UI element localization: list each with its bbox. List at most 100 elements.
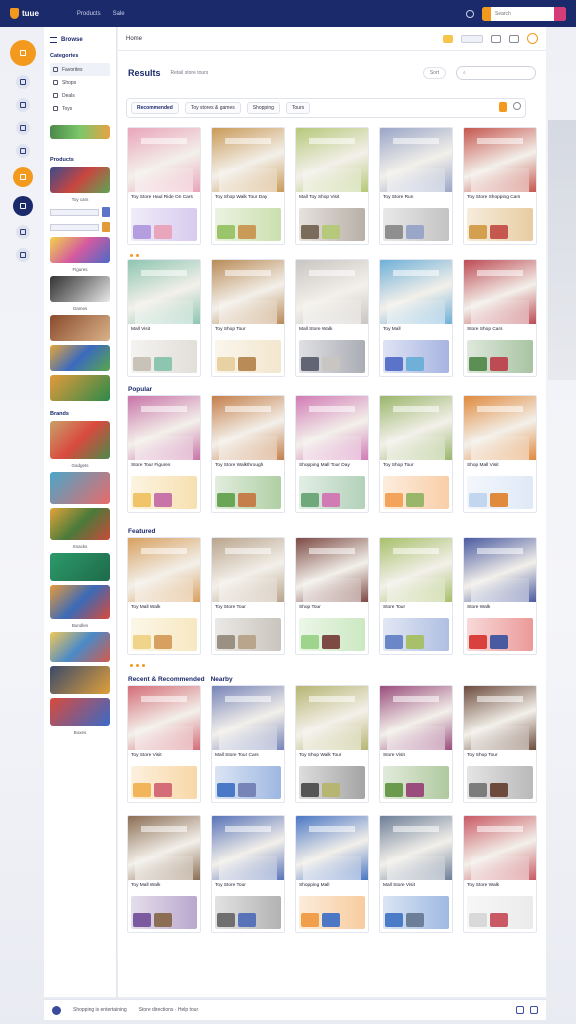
user-icon[interactable] — [466, 9, 474, 18]
store-photo-thumbnail[interactable] — [128, 538, 200, 602]
product-card[interactable]: Toy Shop Tour — [463, 685, 537, 803]
sidebar-brand-8[interactable] — [50, 698, 110, 726]
rail-button-4[interactable] — [16, 121, 30, 135]
top-search-input[interactable] — [491, 10, 551, 17]
sidebar-product-3[interactable] — [50, 276, 110, 302]
product-card[interactable]: Toy Store Visit — [127, 685, 201, 803]
product-card[interactable]: Mall Store Walk — [295, 259, 369, 377]
card-title[interactable]: Toy Shop Walk Tour — [296, 750, 368, 766]
sidebar-product-2[interactable] — [50, 237, 110, 263]
sidebar-product-5[interactable] — [50, 345, 110, 371]
sidebar-brand-7[interactable] — [50, 666, 110, 694]
store-photo-thumbnail[interactable] — [128, 396, 200, 460]
card-title[interactable]: Toy Store Tour — [212, 602, 284, 618]
store-photo-thumbnail[interactable] — [296, 538, 368, 602]
notification-icon[interactable] — [443, 34, 453, 43]
store-photo-thumbnail[interactable] — [464, 538, 536, 602]
card-title[interactable]: Shopping Mall Tour Day — [296, 460, 368, 476]
product-card[interactable]: Toy Shop Tour — [379, 395, 453, 513]
card-title[interactable]: Toy Shop Tour — [464, 750, 536, 766]
dot[interactable] — [136, 663, 139, 667]
card-title[interactable]: Mall Store Walk — [296, 324, 368, 340]
card-title[interactable]: Toy Store Walk — [464, 880, 536, 896]
store-photo-thumbnail[interactable] — [296, 128, 368, 192]
sidebar-brand-2[interactable] — [50, 472, 110, 504]
store-photo-thumbnail[interactable] — [380, 538, 452, 602]
card-title[interactable]: Store Tour — [380, 602, 452, 618]
product-card[interactable]: Mall Store Visit — [379, 815, 453, 933]
help-icon[interactable] — [530, 1006, 538, 1014]
store-photo-thumbnail[interactable] — [212, 396, 284, 460]
card-title[interactable]: Mall Store Tour Cars — [212, 750, 284, 766]
product-card[interactable]: Store Walk — [463, 537, 537, 655]
chat-icon[interactable] — [516, 1006, 524, 1014]
store-photo-thumbnail[interactable] — [212, 686, 284, 750]
sidebar-filter-2[interactable] — [50, 222, 110, 232]
product-card[interactable]: Toy Store Shopping Cars — [463, 127, 537, 245]
rail-button-9[interactable] — [16, 248, 30, 262]
view-toggle-button[interactable] — [461, 34, 483, 43]
product-card[interactable]: Mall Store Tour Cars — [211, 685, 285, 803]
store-photo-thumbnail[interactable] — [128, 128, 200, 192]
card-title[interactable]: Store Tour Figures — [128, 460, 200, 476]
card-title[interactable]: Toy Mall Walk — [128, 880, 200, 896]
product-card[interactable]: Shopping Mall — [295, 815, 369, 933]
dot[interactable] — [136, 253, 139, 257]
card-title[interactable]: Store Walk — [464, 602, 536, 618]
product-card[interactable]: Toy Shop Tour — [211, 259, 285, 377]
store-photo-thumbnail[interactable] — [128, 816, 200, 880]
product-card[interactable]: Store Visit — [379, 685, 453, 803]
sidebar-item-shops[interactable]: Shops — [50, 76, 110, 89]
card-title[interactable]: Toy Store Walkthrough — [212, 460, 284, 476]
product-card[interactable]: Store Shop Cars — [463, 259, 537, 377]
product-card[interactable]: Shop Mall Visit — [463, 395, 537, 513]
store-photo-thumbnail[interactable] — [128, 686, 200, 750]
product-card[interactable]: Mall Toy Shop Visit — [295, 127, 369, 245]
nav-products[interactable]: Products — [77, 11, 101, 17]
card-title[interactable]: Toy Mall Walk — [128, 602, 200, 618]
settings-icon[interactable] — [513, 102, 521, 110]
bookmark-icon[interactable] — [499, 102, 507, 112]
store-photo-thumbnail[interactable] — [212, 816, 284, 880]
store-photo-thumbnail[interactable] — [212, 128, 284, 192]
card-title[interactable]: Mall Store Visit — [380, 880, 452, 896]
store-photo-thumbnail[interactable] — [296, 260, 368, 324]
sort-button[interactable]: Sort — [422, 67, 446, 79]
product-card[interactable]: Toy Store Walk — [463, 815, 537, 933]
product-card[interactable]: Store Tour — [379, 537, 453, 655]
store-photo-thumbnail[interactable] — [464, 396, 536, 460]
footer-right-text[interactable]: Store directions · Help tour — [139, 1007, 198, 1013]
results-search-input[interactable]: ⌕ — [456, 66, 536, 80]
card-title[interactable]: Toy Shop Tour — [380, 460, 452, 476]
rail-button-2[interactable] — [16, 75, 30, 89]
sidebar-filter-1[interactable] — [50, 207, 110, 217]
card-title[interactable]: Toy Store Tour — [212, 880, 284, 896]
sidebar-brand-5[interactable] — [50, 585, 110, 619]
filter-chip-tours[interactable]: Tours — [285, 102, 311, 114]
card-title[interactable]: Toy Store Shopping Cars — [464, 192, 536, 208]
filter-chip-recommended[interactable]: Recommended — [131, 102, 179, 114]
nav-sale[interactable]: Sale — [113, 11, 125, 17]
card-title[interactable]: Toy Store Visit — [128, 750, 200, 766]
card-title[interactable]: Store Visit — [380, 750, 452, 766]
product-card[interactable]: Toy Mall Walk — [127, 815, 201, 933]
card-title[interactable]: Store Shop Cars — [464, 324, 536, 340]
store-photo-thumbnail[interactable] — [464, 128, 536, 192]
card-title[interactable]: Toy Shop Tour — [212, 324, 284, 340]
rail-button-5[interactable] — [16, 144, 30, 158]
card-title[interactable]: Shopping Mall — [296, 880, 368, 896]
store-photo-thumbnail[interactable] — [296, 816, 368, 880]
dot[interactable] — [142, 663, 145, 667]
card-title[interactable]: Shop Mall Visit — [464, 460, 536, 476]
profile-icon[interactable] — [527, 33, 538, 44]
share-icon[interactable] — [491, 34, 501, 43]
sidebar-brand-6[interactable] — [50, 632, 110, 662]
card-title[interactable]: Shop Tour — [296, 602, 368, 618]
rail-cart-button[interactable] — [13, 167, 33, 187]
product-card[interactable]: Toy Store Tour — [211, 815, 285, 933]
store-photo-thumbnail[interactable] — [380, 816, 452, 880]
rail-account-button[interactable] — [13, 196, 33, 216]
rail-button-8[interactable] — [16, 225, 30, 239]
card-title[interactable]: Toy Shop Walk Tour Day — [212, 192, 284, 208]
dot[interactable] — [130, 663, 133, 667]
